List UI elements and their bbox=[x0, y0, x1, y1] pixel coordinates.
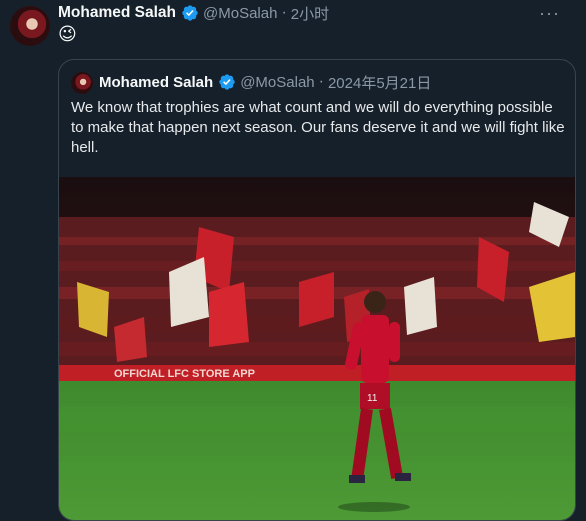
stadium-photo-image: OFFICIAL LFC STORE APP 11 bbox=[59, 177, 575, 520]
quoted-tweet-text: We know that trophies are what count and… bbox=[71, 99, 565, 156]
author-name[interactable]: Mohamed Salah bbox=[58, 4, 176, 22]
shirt-number: 11 bbox=[367, 393, 378, 404]
verified-badge-icon bbox=[219, 74, 235, 90]
quoted-tweet-date: 2024年5月21日 bbox=[327, 74, 432, 92]
author-handle[interactable]: @MoSalah bbox=[203, 5, 277, 22]
author-avatar[interactable] bbox=[10, 6, 50, 46]
tweet-header: Mohamed Salah @MoSalah · 2小时 bbox=[58, 2, 329, 24]
tweet-text: 😉 bbox=[58, 24, 77, 44]
tweet-photo[interactable]: OFFICIAL LFC STORE APP 11 bbox=[59, 177, 575, 520]
hoarding-text: OFFICIAL LFC STORE APP bbox=[114, 368, 255, 380]
quoted-tweet-header: Mohamed Salah @MoSalah · 2024年5月21日 bbox=[99, 71, 431, 93]
dot-separator: · bbox=[318, 73, 324, 90]
quoted-author-handle: @MoSalah bbox=[240, 73, 315, 91]
tweet-time[interactable]: 2小时 bbox=[291, 3, 329, 24]
quoted-tweet-card[interactable]: Mohamed Salah @MoSalah · 2024年5月21日 We k… bbox=[58, 59, 576, 521]
dot-separator: · bbox=[281, 4, 287, 21]
more-options-icon[interactable]: ··· bbox=[539, 3, 560, 24]
verified-badge-icon bbox=[182, 5, 198, 21]
quoted-author-avatar bbox=[71, 72, 93, 94]
quoted-author-name: Mohamed Salah bbox=[99, 73, 214, 91]
